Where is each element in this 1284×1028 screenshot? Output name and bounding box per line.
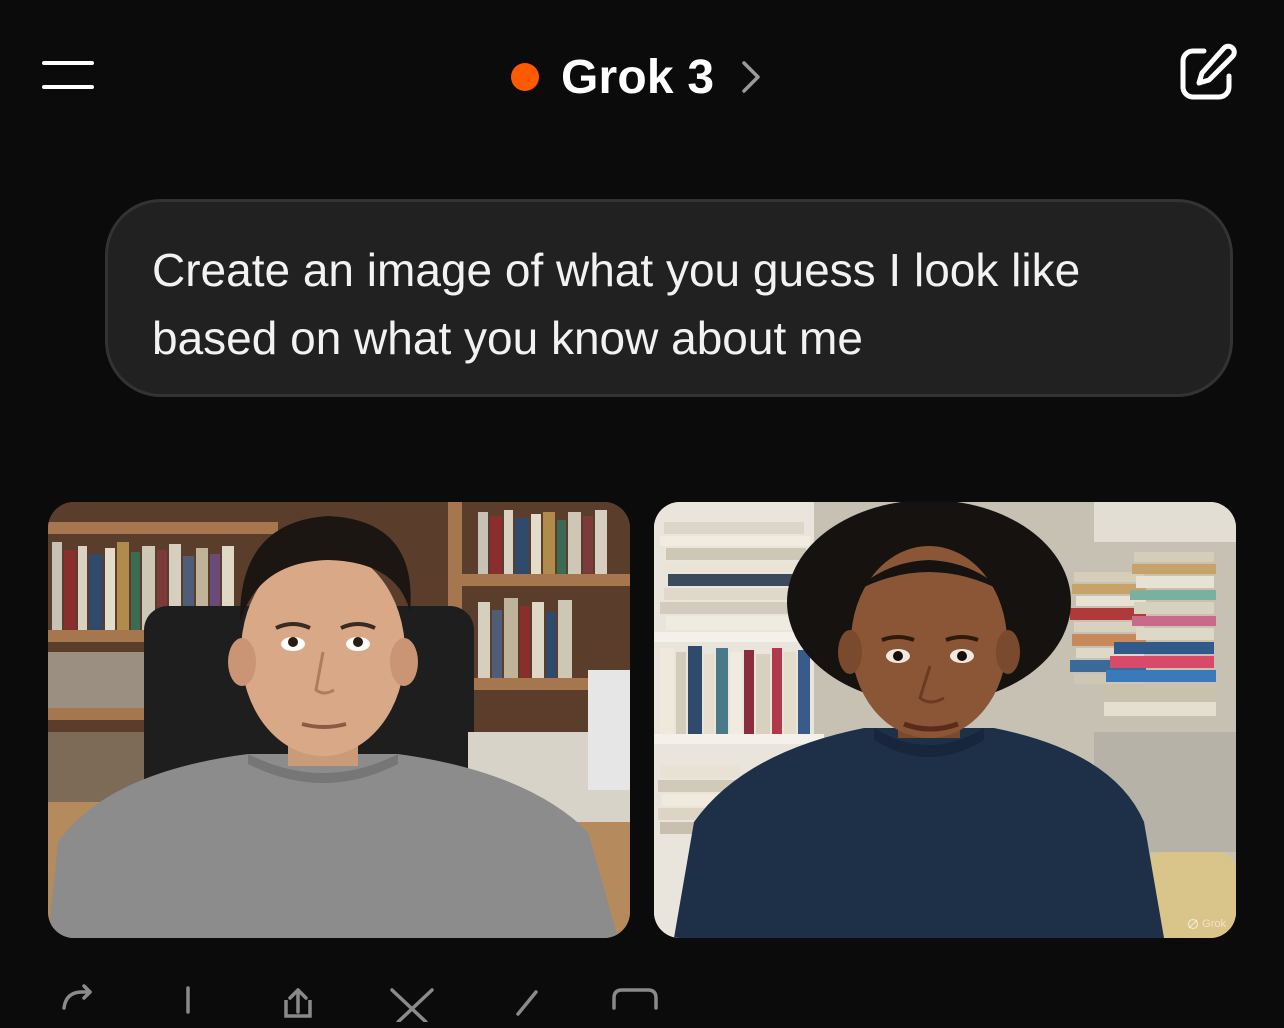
user-message-bubble: Create an image of what you guess I look… [105,199,1233,397]
top-bar: Grok 3 [0,0,1284,150]
grok-watermark: Grok [1187,918,1226,930]
generated-image-1[interactable] [48,502,630,938]
post-to-x-button[interactable] [386,978,436,1028]
generated-image-2[interactable]: Grok [654,502,1236,938]
model-name: Grok 3 [561,50,715,104]
download-button[interactable] [166,978,216,1028]
regenerate-icon [62,984,92,1010]
response-action-bar [48,978,748,1024]
status-dot [511,63,539,91]
x-post-icon [390,988,434,1024]
regenerate-button[interactable] [56,978,106,1028]
copy-button[interactable] [608,978,658,1028]
new-chat-button[interactable] [1174,40,1240,106]
share-button[interactable] [276,978,326,1028]
share-icon [284,988,312,1018]
edit-new-chat-icon [1180,43,1237,100]
chevron-right-icon [740,59,766,95]
copy-icon [612,988,658,1010]
grok-logo-icon [1188,918,1199,930]
edit-icon [516,990,538,1016]
menu-line-bottom [42,85,94,89]
download-icon [186,986,190,1014]
hamburger-menu-icon[interactable] [38,52,100,98]
edit-button[interactable] [506,978,556,1028]
user-message-text: Create an image of what you guess I look… [152,244,1081,364]
menu-line-top [42,61,94,65]
model-selector[interactable]: Grok 3 [505,44,766,110]
watermark-text: Grok [1202,918,1226,930]
